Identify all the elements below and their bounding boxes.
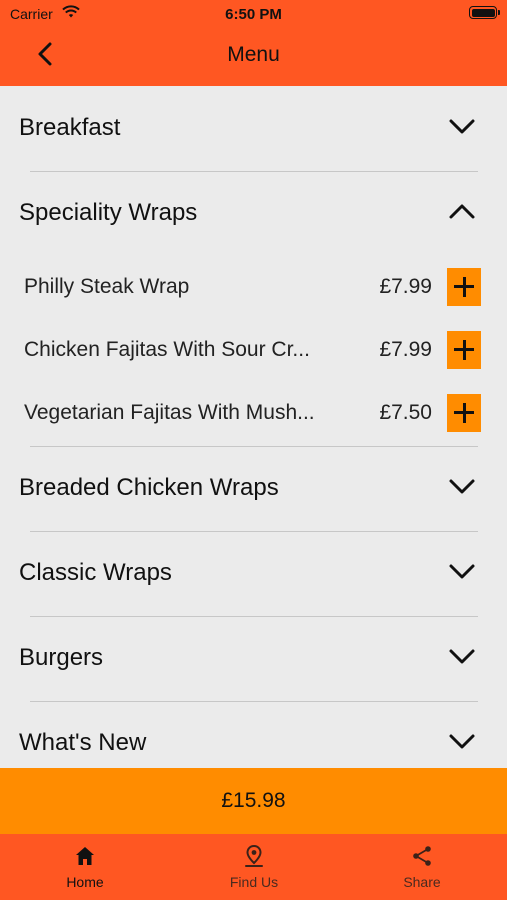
- category-label: Breakfast: [19, 114, 121, 141]
- chevron-down-icon: [449, 479, 475, 494]
- item-name: Vegetarian Fajitas With Mush...: [24, 401, 315, 424]
- tab-label: Find Us: [229, 874, 279, 890]
- status-time: 6:50 PM: [225, 6, 282, 23]
- menu-list: Breakfast Speciality Wraps Philly Steak …: [0, 86, 507, 768]
- category-breaded-chicken-wraps[interactable]: Breaded Chicken Wraps: [0, 446, 507, 531]
- add-item-button[interactable]: [447, 394, 481, 432]
- menu-item: Vegetarian Fajitas With Mush... £7.50: [0, 384, 507, 444]
- add-item-button[interactable]: [447, 331, 481, 369]
- category-label: What's New: [19, 729, 147, 756]
- item-name: Philly Steak Wrap: [24, 275, 190, 298]
- category-speciality-wraps[interactable]: Speciality Wraps: [0, 171, 507, 256]
- item-price: £7.99: [379, 338, 432, 361]
- category-classic-wraps[interactable]: Classic Wraps: [0, 531, 507, 616]
- tab-bar: Home Find Us Share: [0, 834, 507, 900]
- tab-find-us[interactable]: Find Us: [194, 834, 314, 900]
- basket-total-button[interactable]: £15.98: [0, 768, 507, 834]
- item-price: £7.99: [379, 275, 432, 298]
- location-pin-icon: [245, 844, 263, 867]
- item-name: Chicken Fajitas With Sour Cr...: [24, 338, 310, 361]
- category-label: Speciality Wraps: [19, 199, 198, 226]
- category-burgers[interactable]: Burgers: [0, 616, 507, 701]
- category-whats-new[interactable]: What's New: [0, 701, 507, 768]
- chevron-down-icon: [449, 119, 475, 134]
- home-icon: [76, 847, 94, 865]
- item-price: £7.50: [379, 401, 432, 424]
- tab-label: Home: [66, 874, 104, 890]
- category-label: Burgers: [19, 644, 104, 671]
- chevron-down-icon: [449, 734, 475, 749]
- category-breakfast[interactable]: Breakfast: [0, 86, 507, 171]
- tab-label: Share: [403, 874, 441, 890]
- chevron-down-icon: [449, 564, 475, 579]
- category-label: Classic Wraps: [19, 559, 172, 586]
- menu-item: Philly Steak Wrap £7.99: [0, 258, 507, 318]
- battery-icon: [469, 6, 500, 19]
- page-title: Menu: [227, 43, 280, 66]
- status-bar: Carrier 6:50 PM: [0, 0, 507, 28]
- header: Carrier 6:50 PM Menu: [0, 0, 507, 86]
- chevron-down-icon: [449, 649, 475, 664]
- chevron-up-icon: [449, 204, 475, 219]
- tab-home[interactable]: Home: [25, 834, 145, 900]
- share-icon: [413, 846, 431, 866]
- add-item-button[interactable]: [447, 268, 481, 306]
- tab-share[interactable]: Share: [362, 834, 482, 900]
- category-label: Breaded Chicken Wraps: [19, 474, 279, 501]
- menu-item: Chicken Fajitas With Sour Cr... £7.99: [0, 321, 507, 381]
